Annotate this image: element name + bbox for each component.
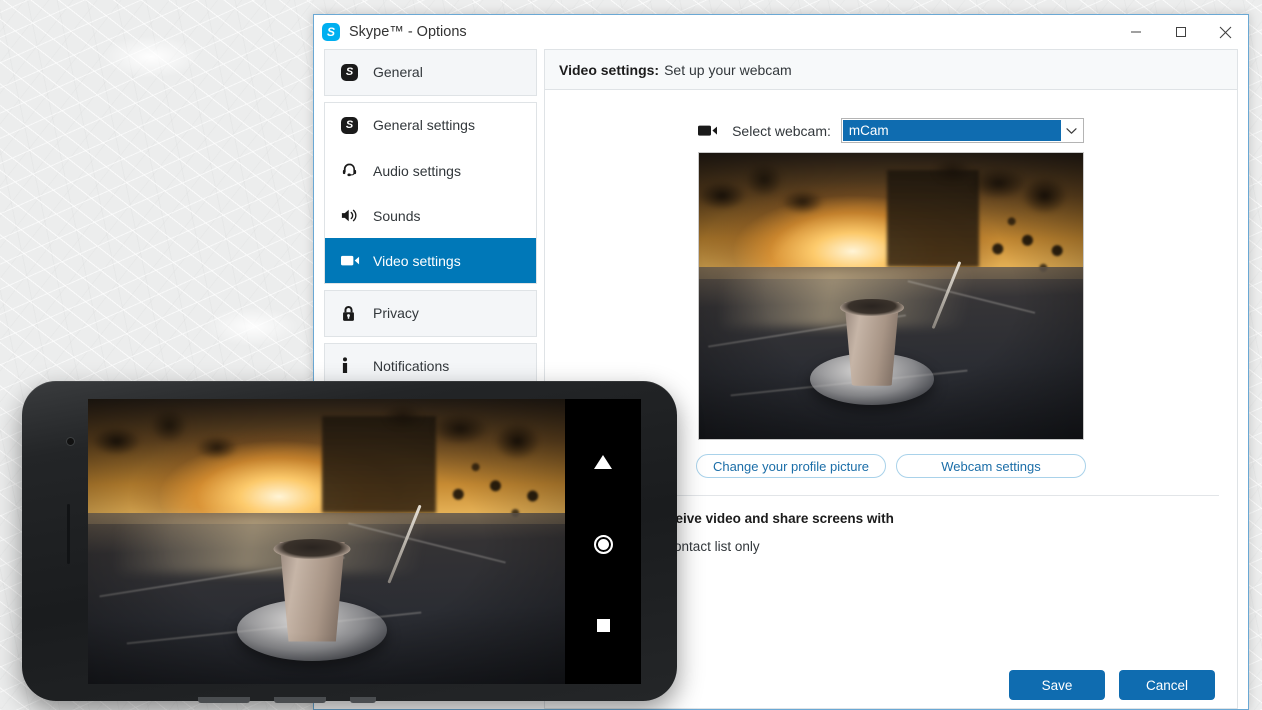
video-camera-icon xyxy=(698,124,718,137)
preview-vignette xyxy=(699,153,1083,439)
earpiece-speaker-icon xyxy=(67,504,70,564)
minimize-icon[interactable] xyxy=(1113,15,1158,49)
recents-square-icon[interactable] xyxy=(597,619,610,632)
nav-group-general-header: S General xyxy=(324,49,537,96)
sidebar-item-general[interactable]: S General xyxy=(325,50,536,95)
video-camera-icon xyxy=(341,254,363,267)
chevron-down-icon[interactable] xyxy=(1061,120,1082,141)
sidebar-item-label: Notifications xyxy=(373,358,449,374)
cancel-button[interactable]: Cancel xyxy=(1119,670,1215,700)
content-header: Video settings: Set up your webcam xyxy=(545,50,1237,90)
skype-icon: S xyxy=(341,64,363,81)
content-header-rest: Set up your webcam xyxy=(664,62,792,78)
window-controls xyxy=(1113,15,1248,49)
sidebar-item-privacy[interactable]: Privacy xyxy=(325,291,536,336)
back-triangle-icon[interactable] xyxy=(594,455,612,469)
sidebar-item-sounds[interactable]: Sounds xyxy=(325,193,536,238)
android-navigation-bar xyxy=(565,399,641,684)
close-icon[interactable] xyxy=(1203,15,1248,49)
info-icon xyxy=(341,357,363,375)
phone-bottom-button xyxy=(274,697,326,703)
sidebar-item-label: Sounds xyxy=(373,208,420,224)
select-webcam-label: Select webcam: xyxy=(732,123,831,139)
save-button[interactable]: Save xyxy=(1009,670,1105,700)
sidebar-item-label: General settings xyxy=(373,117,475,133)
front-camera-icon xyxy=(66,437,75,446)
skype-logo-icon: S xyxy=(322,23,340,41)
window-titlebar[interactable]: S Skype™ - Options xyxy=(314,15,1248,49)
phone-bottom-button xyxy=(350,697,376,703)
sidebar-item-label: Video settings xyxy=(373,253,461,269)
change-profile-picture-button[interactable]: Change your profile picture xyxy=(696,454,886,478)
nav-group-privacy: Privacy xyxy=(324,290,537,337)
webcam-select-dropdown[interactable]: mCam xyxy=(841,118,1084,143)
sidebar-item-audio-settings[interactable]: Audio settings xyxy=(325,148,536,193)
sidebar-item-video-settings[interactable]: Video settings xyxy=(325,238,536,283)
webcam-preview xyxy=(698,152,1084,440)
sidebar-item-label: Audio settings xyxy=(373,163,461,179)
webcam-settings-button[interactable]: Webcam settings xyxy=(896,454,1086,478)
home-circle-icon[interactable] xyxy=(594,535,613,554)
phone-bottom-button xyxy=(198,697,250,703)
window-title: Skype™ - Options xyxy=(349,24,467,40)
lock-icon xyxy=(341,305,363,322)
webcam-select-value: mCam xyxy=(843,120,1061,141)
headset-icon xyxy=(341,162,363,179)
nav-group-settings: S General settings Audio settings xyxy=(324,102,537,284)
webcam-select-row: Select webcam: mCam xyxy=(563,118,1219,143)
sidebar-item-label: General xyxy=(373,64,423,80)
smartphone-overlay xyxy=(22,381,677,701)
phone-screen[interactable] xyxy=(88,399,641,684)
maximize-icon[interactable] xyxy=(1158,15,1203,49)
phone-camera-viewfinder xyxy=(88,399,565,684)
sidebar-item-general-settings[interactable]: S General settings xyxy=(325,103,536,148)
phone-vignette xyxy=(88,399,565,684)
speaker-icon xyxy=(341,207,363,224)
desktop-background: S Skype™ - Options xyxy=(0,0,1262,710)
skype-icon: S xyxy=(341,117,363,134)
content-header-bold: Video settings: xyxy=(559,62,659,78)
sidebar-item-label: Privacy xyxy=(373,305,419,321)
